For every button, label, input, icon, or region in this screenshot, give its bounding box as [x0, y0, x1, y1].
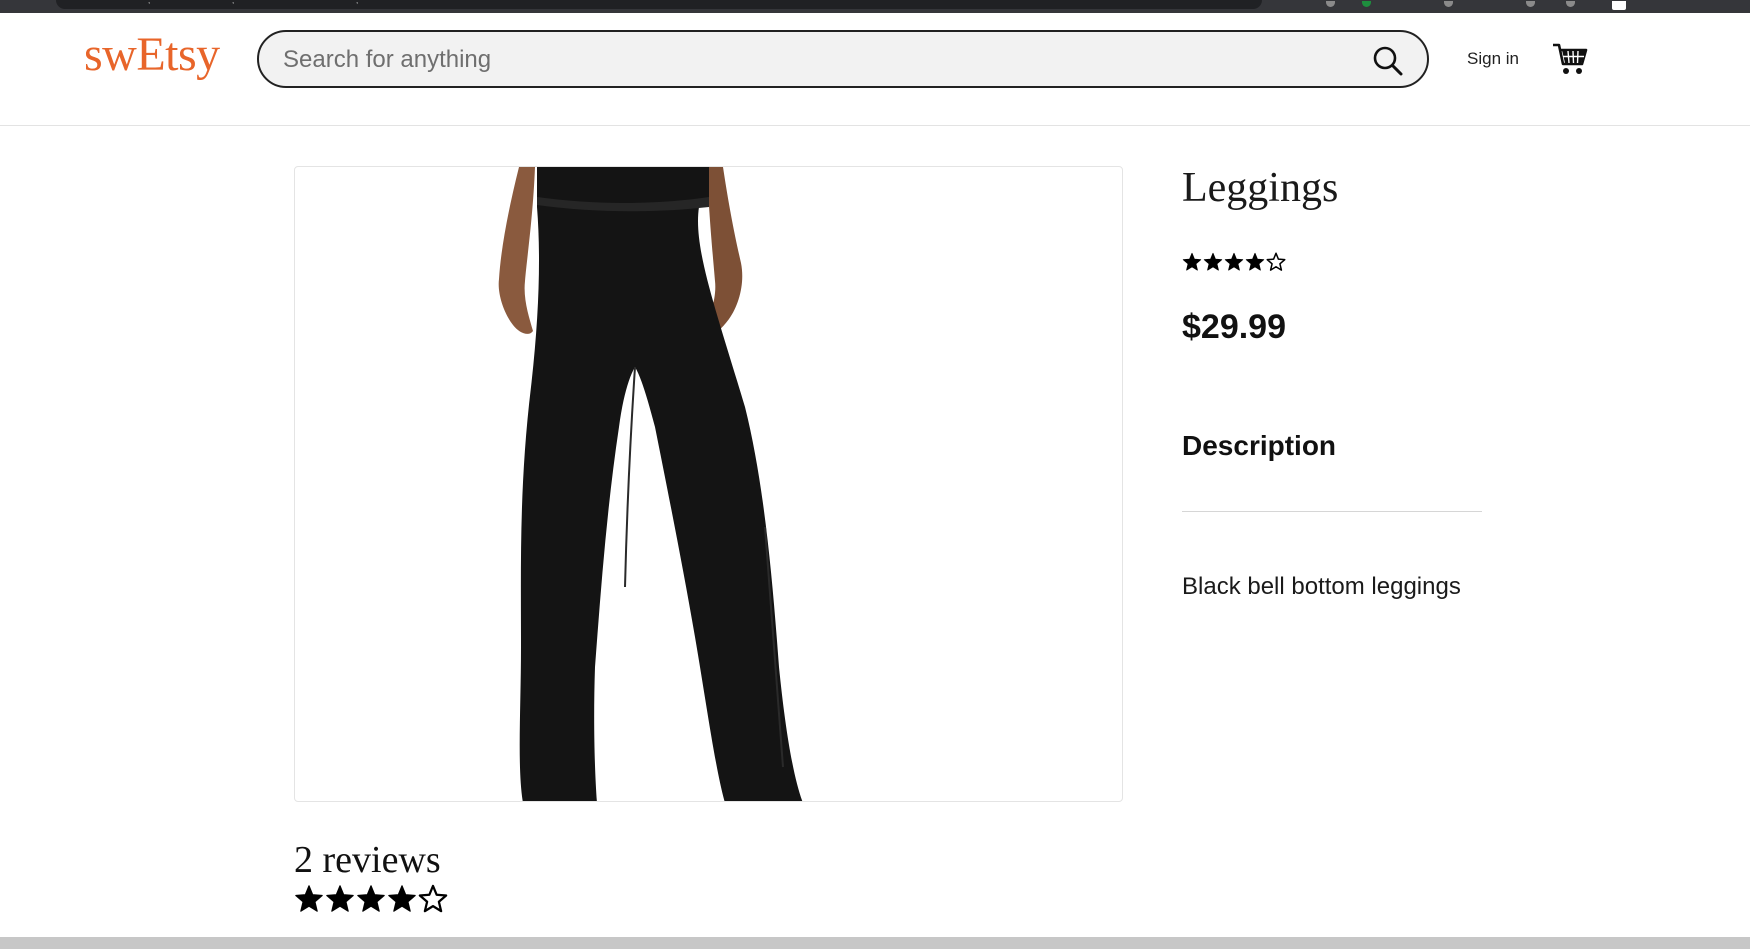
star-filled-icon [295, 885, 323, 912]
star-filled-icon [1224, 252, 1244, 271]
star-filled-icon [388, 885, 416, 912]
tray-icon [1612, 1, 1626, 10]
search-icon [1373, 46, 1403, 76]
search-button[interactable] [1371, 44, 1405, 78]
product-rating [1182, 252, 1286, 272]
cart-button[interactable] [1552, 42, 1588, 76]
tray-icon [1444, 1, 1453, 7]
product-title: Leggings [1182, 165, 1339, 211]
star-filled-icon [357, 885, 385, 912]
cart-icon [1553, 43, 1588, 74]
tray-icon [1566, 1, 1575, 7]
address-bar-remnant: , , , [56, 0, 1262, 9]
search-bar [257, 30, 1429, 88]
star-filled-icon [1245, 252, 1265, 271]
reviews-rating [294, 884, 448, 914]
tray-icon [1362, 1, 1371, 7]
description-divider [1182, 511, 1482, 512]
star-filled-icon [1203, 252, 1223, 271]
leggings-photo [498, 167, 803, 801]
description-text: Black bell bottom leggings [1182, 573, 1461, 600]
search-input[interactable] [281, 40, 1345, 80]
bottom-scroll-edge [0, 937, 1750, 949]
sign-in-link[interactable]: Sign in [1467, 49, 1519, 69]
tray-icon [1526, 1, 1535, 7]
product-image [294, 166, 1123, 802]
star-filled-icon [1182, 252, 1202, 271]
tray-icon [1326, 1, 1335, 7]
reviews-count: 2 reviews [294, 839, 441, 881]
browser-chrome-strip: , , , [0, 0, 1750, 13]
product-price: $29.99 [1182, 308, 1286, 346]
site-header: swEtsy Sign in [0, 13, 1750, 126]
star-empty-icon [1266, 252, 1286, 271]
star-filled-icon [326, 885, 354, 912]
description-heading: Description [1182, 430, 1337, 461]
brand-logo[interactable]: swEtsy [84, 27, 220, 82]
star-empty-icon [418, 884, 448, 913]
